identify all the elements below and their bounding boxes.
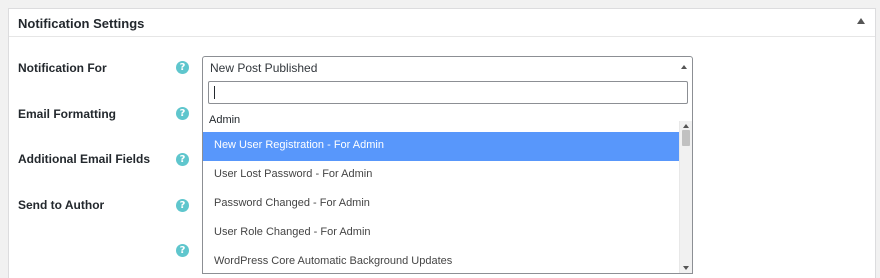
select-dropdown: Admin New User Registration - For Admin …: [202, 78, 693, 274]
scroll-up-arrow-icon[interactable]: [683, 124, 689, 128]
option-group-label: Admin: [209, 114, 241, 126]
panel-header: Notification Settings: [9, 9, 875, 37]
select-current-value: New Post Published: [210, 61, 318, 75]
option-password-changed[interactable]: Password Changed - For Admin: [203, 190, 680, 219]
extra-help-icon[interactable]: ?: [176, 244, 189, 257]
collapse-toggle-icon[interactable]: [857, 18, 865, 24]
email-formatting-label: Email Formatting: [18, 107, 117, 121]
additional-email-fields-label: Additional Email Fields: [18, 152, 151, 166]
send-to-author-help-icon[interactable]: ?: [176, 199, 189, 212]
option-user-lost-password[interactable]: User Lost Password - For Admin: [203, 161, 680, 190]
scroll-down-arrow-icon[interactable]: [683, 266, 689, 270]
option-core-background-updates[interactable]: WordPress Core Automatic Background Upda…: [203, 248, 680, 273]
dropdown-scrollbar[interactable]: [679, 121, 692, 273]
chevron-up-icon: [681, 65, 687, 69]
additional-email-fields-help-icon[interactable]: ?: [176, 153, 189, 166]
option-user-role-changed[interactable]: User Role Changed - For Admin: [203, 219, 680, 248]
send-to-author-label: Send to Author: [18, 198, 105, 212]
email-formatting-help-icon[interactable]: ?: [176, 107, 189, 120]
notification-for-select[interactable]: New Post Published: [202, 56, 693, 79]
notification-for-label: Notification For: [18, 61, 107, 75]
scroll-thumb[interactable]: [682, 130, 690, 146]
option-new-user-registration[interactable]: New User Registration - For Admin: [203, 132, 680, 161]
notification-for-help-icon[interactable]: ?: [176, 61, 189, 74]
text-caret: [214, 86, 215, 99]
options-list: Admin New User Registration - For Admin …: [203, 109, 680, 273]
notification-settings-panel: Notification Settings Notification For ?…: [8, 8, 876, 278]
panel-title: Notification Settings: [18, 16, 145, 31]
dropdown-search-input[interactable]: [208, 81, 688, 104]
